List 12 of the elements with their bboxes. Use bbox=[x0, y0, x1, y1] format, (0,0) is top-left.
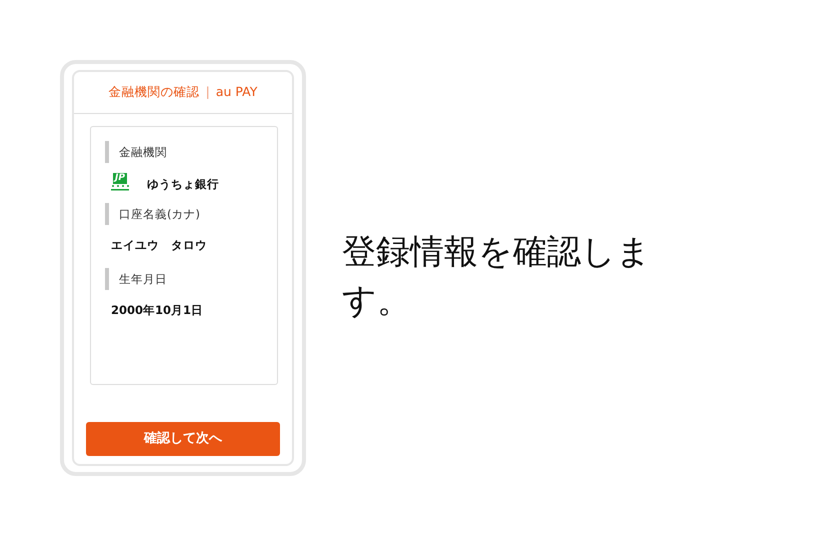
field-label: 口座名義(カナ) bbox=[105, 203, 263, 225]
bank-logo: JP bbox=[109, 173, 131, 197]
confirm-next-button[interactable]: 確認して次へ bbox=[86, 422, 280, 456]
field-value: 2000年10月1日 bbox=[111, 302, 204, 320]
caption-text: 登録情報を確認します。 bbox=[342, 231, 652, 324]
field-label: 金融機関 bbox=[105, 141, 263, 163]
field-value: ゆうちょ銀行 bbox=[147, 176, 219, 194]
page-title: 金融機関の確認 bbox=[108, 83, 200, 102]
field-value: エイユウ タロウ bbox=[111, 237, 208, 254]
field-label: 生年月日 bbox=[105, 268, 263, 290]
brand-name: au PAY bbox=[216, 83, 258, 102]
title-separator: | bbox=[206, 83, 210, 102]
